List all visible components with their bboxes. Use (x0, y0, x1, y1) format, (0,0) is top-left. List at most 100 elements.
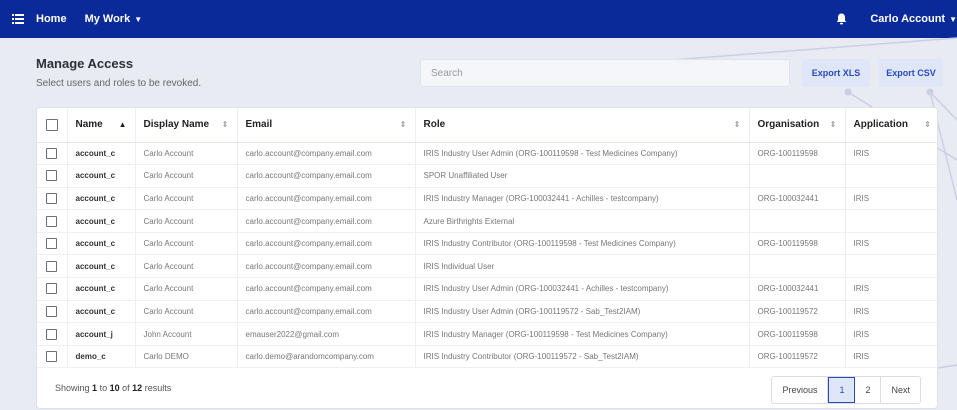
table-row[interactable]: account_c Carlo Account carlo.account@co… (37, 164, 937, 188)
cell-display-name: Carlo Account (135, 232, 238, 256)
user-menu[interactable]: Carlo Account ▼ (870, 13, 957, 25)
cell-email: carlo.account@company.email.com (237, 209, 416, 233)
page-subtitle: Select users and roles to be revoked. (36, 78, 202, 89)
cell-role: IRIS Individual User (415, 254, 750, 279)
row-checkbox[interactable] (46, 260, 58, 272)
row-checkbox[interactable] (46, 238, 58, 250)
column-header-application[interactable]: Application ⇕ (845, 108, 937, 143)
cell-role: IRIS Industry User Admin (ORG-100119598 … (415, 142, 750, 166)
cell-email: carlo.account@company.email.com (237, 187, 416, 211)
row-checkbox[interactable] (46, 351, 58, 363)
sort-ascending-icon: ▲ (118, 120, 127, 130)
cell-name: account_c (67, 300, 136, 324)
cell-organisation: ORG-100119598 (749, 232, 846, 256)
row-checkbox[interactable] (46, 283, 58, 295)
summary-text: of (122, 383, 130, 393)
summary-text: Showing (55, 383, 90, 393)
nav-my-work-label: My Work (84, 13, 131, 25)
cell-role: IRIS Industry Contributor (ORG-100119598… (415, 232, 750, 256)
cell-name: account_c (67, 277, 136, 301)
table-row[interactable]: account_c Carlo Account carlo.account@co… (37, 254, 937, 279)
cell-application: IRIS (845, 322, 937, 346)
nav-home-label: Home (36, 13, 67, 25)
results-summary: Showing 1 to 10 of 12 results (55, 383, 171, 393)
row-select-cell (37, 187, 68, 211)
column-label: Role (423, 119, 446, 131)
menu-icon[interactable] (0, 0, 36, 38)
cell-application (845, 254, 937, 279)
nav-my-work[interactable]: My Work ▼ (85, 13, 143, 25)
row-checkbox[interactable] (46, 192, 58, 204)
row-select-cell (37, 209, 68, 233)
summary-from: 1 (92, 383, 98, 393)
select-all-cell (37, 108, 68, 143)
cell-email: carlo.account@company.email.com (237, 254, 416, 279)
cell-email: carlo.demo@arandomcompany.com (237, 345, 416, 369)
cell-display-name: Carlo Account (135, 254, 238, 279)
column-header-display-name[interactable]: Display Name ⇕ (135, 108, 238, 143)
row-select-cell (37, 322, 68, 346)
table-row[interactable]: account_c Carlo Account carlo.account@co… (37, 209, 937, 233)
previous-page-button[interactable]: Previous (772, 377, 829, 403)
column-label: Organisation (757, 119, 820, 131)
table-row[interactable]: account_c Carlo Account carlo.account@co… (37, 232, 937, 256)
table-row[interactable]: demo_c Carlo DEMO carlo.demo@arandomcomp… (37, 345, 937, 369)
row-checkbox[interactable] (46, 328, 58, 340)
column-header-email[interactable]: Email ⇕ (237, 108, 416, 143)
access-table-card: Name ▲ Display Name ⇕ Email ⇕ Role ⇕ Organis… (36, 107, 938, 409)
column-label: Application (853, 119, 908, 131)
column-header-name[interactable]: Name ▲ (67, 108, 136, 143)
cell-name: account_c (67, 164, 136, 188)
select-all-checkbox[interactable] (45, 118, 58, 131)
cell-role: IRIS Industry User Admin (ORG-100119572 … (415, 300, 750, 324)
bell-icon[interactable] (836, 11, 852, 27)
search-input[interactable]: Search (420, 59, 790, 87)
export-xls-button[interactable]: Export XLS (802, 59, 870, 87)
next-page-button[interactable]: Next (881, 377, 920, 403)
cell-application: IRIS (845, 142, 937, 166)
table-row[interactable]: account_c Carlo Account carlo.account@co… (37, 300, 937, 324)
row-select-cell (37, 142, 68, 166)
cell-role: IRIS Industry Manager (ORG-100119598 - T… (415, 322, 750, 346)
table-row[interactable]: account_j John Account emauser2022@gmail… (37, 322, 937, 346)
table-row[interactable]: account_c Carlo Account carlo.account@co… (37, 142, 937, 166)
summary-text: results (144, 383, 172, 393)
table-row[interactable]: account_c Carlo Account carlo.account@co… (37, 187, 937, 211)
summary-text: to (99, 383, 108, 393)
cell-organisation (749, 254, 846, 279)
sort-icon: ⇕ (924, 120, 931, 130)
row-checkbox[interactable] (46, 305, 58, 317)
sort-icon: ⇕ (733, 120, 741, 130)
access-table: Name ▲ Display Name ⇕ Email ⇕ Role ⇕ Organis… (37, 108, 937, 369)
search-placeholder: Search (431, 67, 463, 79)
cell-role: IRIS Industry Manager (ORG-100032441 - A… (415, 187, 750, 211)
page-1-button[interactable]: 1 (828, 377, 856, 403)
row-select-cell (37, 277, 68, 301)
table-row[interactable]: account_c Carlo Account carlo.account@co… (37, 277, 937, 301)
cell-organisation (749, 164, 846, 188)
row-select-cell (37, 345, 68, 369)
column-header-role[interactable]: Role ⇕ (415, 108, 750, 143)
row-checkbox[interactable] (46, 215, 58, 227)
column-header-organisation[interactable]: Organisation ⇕ (749, 108, 846, 143)
column-label: Display Name (143, 119, 210, 131)
caret-down-icon: ▼ (949, 14, 957, 24)
cell-display-name: Carlo Account (135, 277, 238, 301)
cell-email: carlo.account@company.email.com (237, 142, 416, 166)
row-select-cell (37, 164, 68, 188)
cell-role: IRIS Industry Contributor (ORG-100119572… (415, 345, 750, 369)
nav-home[interactable]: Home (36, 13, 67, 25)
row-checkbox[interactable] (46, 147, 58, 159)
cell-email: emauser2022@gmail.com (237, 322, 416, 346)
cell-email: carlo.account@company.email.com (237, 300, 416, 324)
cell-organisation (749, 209, 846, 233)
export-csv-button[interactable]: Export CSV (879, 59, 943, 87)
page-2-button[interactable]: 2 (855, 377, 882, 403)
cell-role: IRIS Industry User Admin (ORG-100032441 … (415, 277, 750, 301)
cell-application (845, 209, 937, 233)
row-checkbox[interactable] (46, 170, 58, 182)
cell-organisation: ORG-100119572 (749, 345, 846, 369)
row-select-cell (37, 232, 68, 256)
cell-display-name: Carlo Account (135, 164, 238, 188)
sort-icon: ⇕ (829, 120, 837, 130)
